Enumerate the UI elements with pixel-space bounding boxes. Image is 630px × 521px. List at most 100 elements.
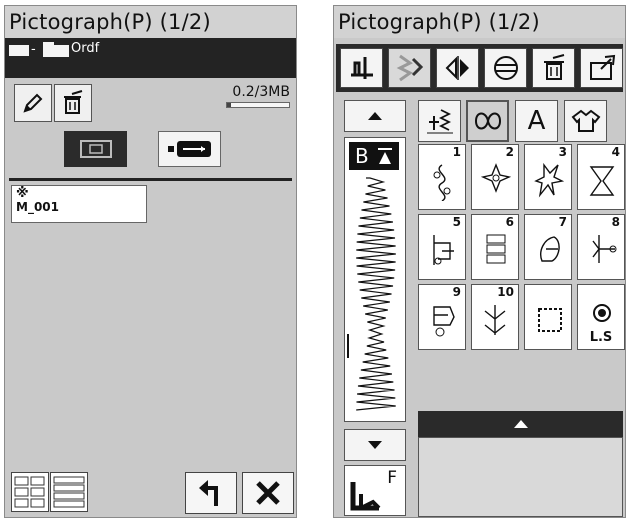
pattern-cell[interactable]: L.S (577, 284, 625, 350)
memory-usage-text: 0.2/3MB (232, 84, 290, 100)
machine-memory-button[interactable] (64, 131, 127, 167)
pattern-cell[interactable]: 2 (471, 144, 519, 210)
combine-patterns-button[interactable] (388, 48, 431, 88)
presser-foot-icon (350, 482, 381, 511)
trash-icon (64, 90, 83, 114)
pattern-number: 1 (452, 145, 461, 159)
preview-header: B (349, 142, 399, 170)
motif-10-icon (484, 305, 506, 335)
scroll-down-button[interactable] (344, 429, 406, 461)
folder-icon (43, 42, 69, 57)
category-garment-button[interactable] (564, 100, 607, 142)
mirror-button[interactable] (436, 48, 479, 88)
triangle-up-icon (368, 112, 382, 120)
pattern-number: 3 (558, 145, 567, 159)
category-utility-button[interactable] (418, 100, 461, 142)
pattern-cell[interactable] (524, 284, 572, 350)
combine-patterns-icon (396, 54, 423, 82)
pattern-number: 6 (505, 215, 514, 229)
elongation-button[interactable] (484, 48, 527, 88)
machine-icon (9, 45, 29, 56)
motif-8-icon (592, 235, 617, 263)
pattern-label: L.S (589, 330, 613, 345)
edit-button[interactable] (14, 84, 52, 122)
pattern-cell[interactable]: 5 (418, 214, 466, 280)
screen-title: Pictograph(P) (1/2) (5, 6, 296, 38)
pattern-cell[interactable]: 4 (577, 144, 625, 210)
bounding-box-icon (538, 308, 562, 332)
pattern-number: 9 (452, 285, 461, 299)
preview-letter: B (355, 144, 369, 168)
pattern-file-icon: ※ (16, 186, 29, 201)
close-icon (256, 481, 280, 505)
presser-foot-button[interactable] (340, 48, 383, 88)
folder-name: Ordf (71, 41, 100, 56)
category-alphabet-button[interactable]: A (515, 100, 558, 142)
file-manager-panel: Pictograph(P) (1/2) - Ordf 0.2/3MB ※ M_0… (4, 5, 297, 518)
b-mode-icon (378, 148, 392, 164)
pattern-cell[interactable]: 10 (471, 284, 519, 350)
delete-button[interactable] (54, 84, 92, 122)
pattern-number: 7 (558, 215, 567, 229)
motif-4-icon (589, 166, 615, 196)
pattern-cell[interactable]: 3 (524, 144, 572, 210)
motif-3-icon (534, 162, 564, 198)
path-bar: - Ordf (5, 38, 296, 78)
pattern-cell[interactable]: 6 (471, 214, 519, 280)
list-view-icon (53, 476, 85, 508)
grid-view-button[interactable] (11, 472, 49, 512)
presser-foot-icon (350, 57, 373, 79)
machine-memory-icon (79, 140, 112, 158)
pattern-number: 4 (611, 145, 620, 159)
close-button[interactable] (242, 472, 294, 514)
pattern-number: 5 (452, 215, 461, 229)
motif-2-icon (481, 163, 511, 193)
mirror-icon (445, 56, 469, 80)
list-view-button[interactable] (50, 472, 88, 512)
file-name: M_001 (16, 200, 59, 214)
triangle-up-icon (513, 420, 528, 428)
pattern-cell[interactable]: 7 (524, 214, 572, 280)
path-separator: - (31, 42, 36, 57)
memory-usage-fill (227, 103, 232, 107)
usb-button[interactable] (158, 131, 221, 167)
motif-5-icon (433, 235, 454, 265)
elongation-icon (493, 56, 518, 80)
exit-button[interactable] (580, 48, 623, 88)
utility-stitches-icon (426, 109, 453, 134)
back-button[interactable] (185, 472, 237, 514)
pattern-cell[interactable]: 8 (577, 214, 625, 280)
pattern-number: 10 (497, 285, 514, 299)
zigzag-stitch-icon (347, 177, 396, 411)
delete-button[interactable] (532, 48, 575, 88)
pattern-select-panel: Pictograph(P) (1/2) B F A 1 2 3 4 5 6 7 … (333, 5, 626, 518)
pattern-number: 8 (611, 215, 620, 229)
scroll-up-button[interactable] (344, 100, 406, 132)
garment-icon (571, 109, 600, 132)
pattern-cell[interactable]: 9 (418, 284, 466, 350)
motif-7-icon (540, 236, 560, 262)
pencil-icon (23, 93, 43, 113)
pattern-number: 2 (505, 145, 514, 159)
usb-icon (167, 141, 211, 157)
page-up-button[interactable] (418, 411, 623, 437)
delete-icon (543, 54, 564, 80)
alphabet-icon: A (527, 106, 546, 136)
motif-1-icon (433, 164, 451, 201)
motif-9-icon (433, 306, 455, 337)
exit-icon (589, 54, 615, 80)
category-pictograph-button[interactable] (466, 100, 509, 142)
pattern-info-box (418, 437, 623, 517)
function-toolbar (336, 44, 623, 92)
file-item[interactable]: ※ M_001 (11, 185, 147, 223)
pictograph-icon (474, 112, 501, 130)
divider-line (9, 178, 292, 181)
grid-view-icon (14, 476, 45, 508)
foot-letter: F (387, 468, 397, 488)
stitch-preview: B (344, 137, 406, 422)
pattern-cell[interactable]: 1 (418, 144, 466, 210)
triangle-down-icon (368, 441, 382, 449)
screen-title: Pictograph(P) (1/2) (334, 6, 625, 38)
presser-foot-indicator: F (344, 465, 406, 516)
memory-usage-bar (226, 102, 290, 108)
